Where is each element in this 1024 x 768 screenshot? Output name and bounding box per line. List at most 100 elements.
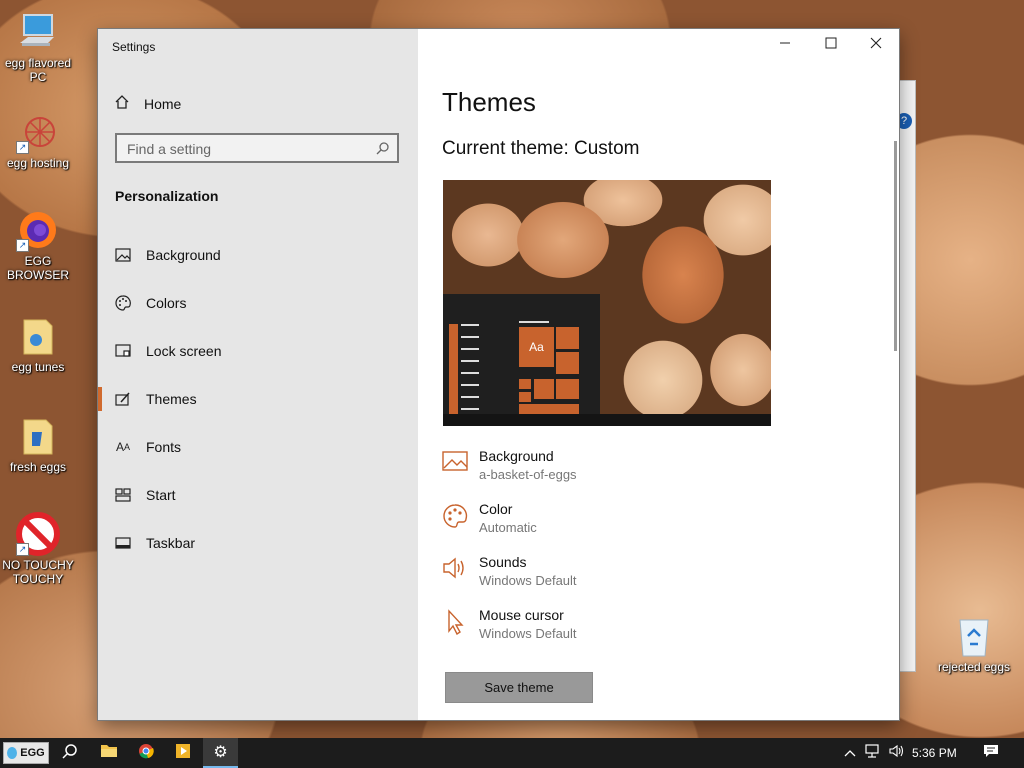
current-theme-value: Custom [574,138,640,159]
sidebar-item-fonts[interactable]: AA Fonts [98,427,418,467]
scrollbar[interactable] [894,141,897,351]
desktop-icon-egg-hosting[interactable]: ↗ egg hosting [0,110,76,170]
property-value: Windows Default [479,573,577,588]
home-nav[interactable]: Home [114,92,181,116]
taskbar: EGG ⚙ 5:36 PM [0,738,1024,768]
shortcut-arrow-icon: ↗ [16,141,29,154]
close-button[interactable] [853,29,899,61]
section-heading: Personalization [115,188,219,204]
start-label: EGG [20,747,45,759]
search-input[interactable]: Find a setting [115,133,399,163]
search-placeholder: Find a setting [127,141,212,157]
window-title: Settings [112,40,156,54]
action-center-button[interactable] [976,738,1006,768]
folder-icon [16,414,60,458]
search-icon [62,743,78,764]
notification-icon [983,743,999,764]
desktop-icon-label: fresh eggs [9,460,67,474]
taskbar-icon [114,535,132,551]
desktop-icon-egg-tunes[interactable]: egg tunes [0,314,76,374]
file-explorer-icon [100,743,118,763]
current-theme-label: Current theme: [442,138,569,159]
sidebar-item-label: Colors [146,295,187,311]
preview-sample-tile: Aa [519,327,554,367]
desktop-icon-label: NO TOUCHY TOUCHY [2,558,74,586]
preview-sidebar-tiles [449,324,458,414]
maximize-button[interactable] [808,29,854,61]
desktop-icon-egg-flavored-pc[interactable]: egg flavored PC [0,10,76,84]
taskbar-settings[interactable]: ⚙ [203,738,238,768]
chevron-up-icon [844,744,856,762]
music-folder-icon [16,314,60,358]
sidebar-item-start[interactable]: Start [98,475,418,515]
desktop-icon-label: egg hosting [6,156,70,170]
sidebar-item-background[interactable]: Background [98,235,418,275]
property-title: Color [479,501,513,517]
page-title: Themes [442,87,536,117]
property-title: Background [479,448,554,464]
settings-content: Themes Current theme: Custom Aa Backgrou… [418,29,899,720]
desktop-icon-label: egg flavored PC [4,56,72,84]
shortcut-arrow-icon: ↗ [16,543,29,556]
desktop-icon-egg-browser[interactable]: ↗ EGG BROWSER [0,208,76,282]
minimize-button[interactable] [762,29,808,61]
sidebar-item-label: Taskbar [146,535,196,551]
image-icon [114,247,132,263]
chrome-icon [138,743,154,764]
themes-icon [114,391,132,407]
volume-control[interactable] [886,738,908,768]
taskbar-clock[interactable]: 5:36 PM [912,746,957,760]
sidebar-item-taskbar[interactable]: Taskbar [98,523,418,563]
desktop-icon-no-touchy-touchy[interactable]: ↗ NO TOUCHY TOUCHY [0,512,76,586]
sidebar-item-themes[interactable]: Themes [98,379,418,419]
start-icon [114,487,132,503]
shortcut-arrow-icon: ↗ [16,239,29,252]
speaker-icon [889,744,905,763]
sidebar-item-label: Start [146,487,176,503]
sidebar-item-label: Themes [146,391,197,407]
desktop-icon-rejected-eggs[interactable]: rejected eggs [936,614,1012,674]
home-icon [114,94,130,115]
sidebar-item-colors[interactable]: Colors [98,283,418,323]
image-icon [442,450,468,476]
lock-screen-icon [114,343,132,359]
taskbar-file-explorer[interactable] [92,738,126,768]
palette-icon [442,503,468,529]
close-icon [870,36,882,54]
fonts-icon: AA [115,440,131,454]
desktop-icon-label: egg tunes [11,360,65,374]
sidebar-item-label: Lock screen [146,343,222,359]
sidebar-item-lock-screen[interactable]: Lock screen [98,331,418,371]
desktop-icon-label: EGG BROWSER [6,254,69,282]
cursor-icon [442,609,468,636]
search-icon [376,141,390,160]
show-hidden-icons[interactable] [841,738,859,768]
save-theme-button[interactable]: Save theme [445,672,593,703]
home-label: Home [144,96,182,112]
property-title: Sounds [479,554,527,570]
property-title: Mouse cursor [479,607,564,623]
sidebar-item-label: Fonts [146,439,182,455]
settings-sidebar: Settings Home Find a setting Personaliza… [98,29,418,720]
egg-logo-icon [7,747,18,759]
recycle-bin-icon [952,614,996,658]
taskbar-media-player[interactable] [166,738,200,768]
settings-window: Settings Home Find a setting Personaliza… [98,29,899,720]
active-indicator [98,387,102,411]
property-value: Windows Default [479,626,577,641]
start-button[interactable]: EGG [3,742,49,764]
palette-icon [114,295,132,311]
media-player-icon [175,743,191,764]
taskbar-search-button[interactable] [55,738,85,768]
speaker-icon [442,556,468,582]
preview-taskbar [443,414,771,426]
minimize-icon [779,36,791,54]
property-value: a-basket-of-eggs [479,467,577,482]
taskbar-chrome[interactable] [129,738,163,768]
desktop-icon-label: rejected eggs [937,660,1011,674]
computer-icon [16,10,60,54]
firefox-icon: ↗ [16,208,60,252]
sidebar-item-label: Background [146,247,221,263]
desktop-icon-fresh-eggs[interactable]: fresh eggs [0,414,76,474]
network-status[interactable] [863,738,883,768]
